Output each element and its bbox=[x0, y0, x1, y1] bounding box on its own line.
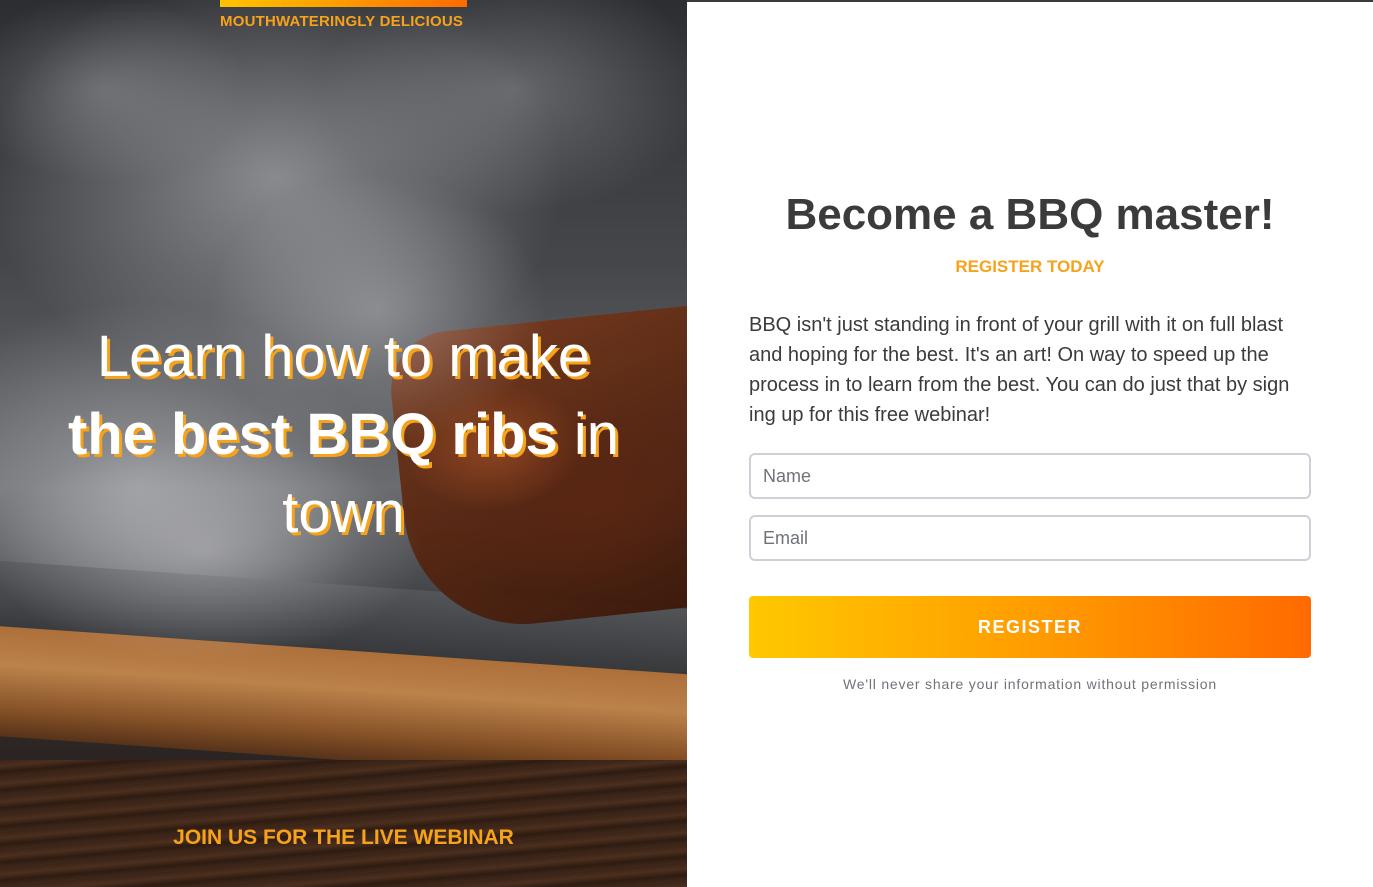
registration-panel: Become a BBQ master! REGISTER TODAY BBQ … bbox=[687, 0, 1373, 887]
form-subtitle: REGISTER TODAY bbox=[955, 257, 1105, 276]
headline-after-bold: in bbox=[557, 402, 620, 467]
headline-line-1: Learn how to make bbox=[96, 324, 591, 389]
email-input[interactable] bbox=[749, 515, 1311, 561]
hero-section: MOUTHWATERINGLY DELICIOUS Learn how to m… bbox=[0, 0, 687, 887]
form-description: BBQ isn't just standing in front of your… bbox=[749, 314, 1290, 426]
headline-line-3: town bbox=[282, 480, 405, 545]
privacy-note: We'll never share your information witho… bbox=[843, 676, 1217, 692]
hero-headline: Learn how to make the best BBQ ribs in t… bbox=[30, 318, 657, 552]
landing-page: MOUTHWATERINGLY DELICIOUS Learn how to m… bbox=[0, 0, 1373, 887]
headline-bold-text: the best BBQ ribs bbox=[67, 402, 558, 467]
hero-footer-cta: JOIN US FOR THE LIVE WEBINAR bbox=[173, 826, 514, 849]
register-button[interactable]: REGISTER bbox=[749, 596, 1311, 658]
hero-eyebrow: MOUTHWATERINGLY DELICIOUS bbox=[220, 13, 464, 30]
eyebrow-accent-bar bbox=[220, 0, 467, 7]
name-input[interactable] bbox=[749, 453, 1311, 499]
form-title: Become a BBQ master! bbox=[785, 190, 1275, 239]
